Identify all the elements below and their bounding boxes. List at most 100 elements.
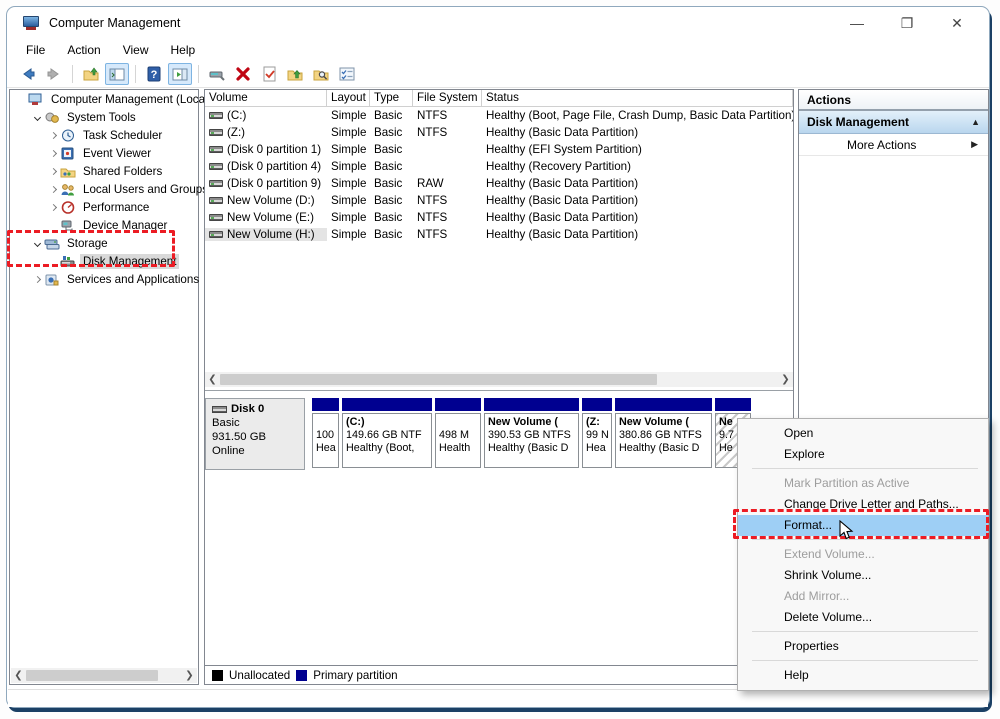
volume-status: Healthy (Basic Data Partition) (482, 228, 793, 241)
search-folder-icon[interactable] (309, 63, 333, 85)
console-tree-icon[interactable] (105, 63, 129, 85)
tree-item-storage[interactable]: Storage (10, 234, 198, 252)
context-menu-shrink-volume[interactable]: Shrink Volume... (738, 565, 988, 586)
menu-help[interactable]: Help (162, 41, 205, 59)
chevron-down-icon[interactable] (30, 115, 44, 120)
volume-type: Basic (370, 143, 413, 156)
partition-name: New Volume ( (619, 416, 708, 429)
context-menu-explore[interactable]: Explore (738, 444, 988, 465)
minimize-button[interactable]: — (847, 13, 867, 33)
tree-item-label: Event Viewer (80, 146, 154, 161)
partition-block[interactable]: New Volume (390.53 GB NTFSHealthy (Basic… (484, 398, 579, 470)
disk-0-label[interactable]: Disk 0 Basic 931.50 GB Online (205, 398, 305, 470)
volume-row[interactable]: (Disk 0 partition 4)SimpleBasicHealthy (… (205, 158, 793, 175)
context-menu-properties[interactable]: Properties (738, 636, 988, 657)
volume-layout: Simple (327, 126, 370, 139)
close-button[interactable]: ✕ (947, 13, 967, 33)
scroll-right-icon[interactable]: ❯ (778, 372, 793, 387)
shared-folders-icon (60, 165, 76, 178)
volume-status: Healthy (Basic Data Partition) (482, 126, 793, 139)
volume-status: Healthy (Recovery Partition) (482, 160, 793, 173)
volume-row[interactable]: (C:)SimpleBasicNTFSHealthy (Boot, Page F… (205, 107, 793, 124)
scrollbar-thumb[interactable] (26, 670, 158, 681)
menu-separator (752, 631, 978, 632)
properties-check-icon[interactable] (257, 63, 281, 85)
disk-0-row: Disk 0 Basic 931.50 GB Online 100Hea(C:)… (205, 398, 793, 470)
context-menu-format[interactable]: Format... (738, 515, 988, 536)
scroll-right-icon[interactable]: ❯ (182, 668, 197, 683)
tree-item-computer[interactable]: Computer Management (Local (10, 90, 198, 108)
partition-block[interactable]: New Volume (380.86 GB NTFSHealthy (Basic… (615, 398, 712, 470)
context-menu-open[interactable]: Open (738, 423, 988, 444)
menu-file[interactable]: File (17, 41, 54, 59)
chevron-down-icon[interactable] (30, 241, 44, 246)
scroll-left-icon[interactable]: ❮ (11, 668, 26, 683)
tree-item-disk-management[interactable]: Disk Management (10, 252, 198, 270)
chevron-right-icon[interactable] (46, 187, 60, 192)
delete-icon[interactable] (231, 63, 255, 85)
tree-horizontal-scrollbar[interactable]: ❮ ❯ (11, 668, 197, 683)
back-icon[interactable] (16, 63, 40, 85)
volume-status: Healthy (Basic Data Partition) (482, 194, 793, 207)
chevron-right-icon[interactable] (46, 133, 60, 138)
column-header-layout[interactable]: Layout (327, 90, 370, 107)
tree-item-services[interactable]: Services and Applications (10, 270, 198, 288)
partition-block[interactable]: 498 MHealth (435, 398, 481, 470)
tree-item-system-tools[interactable]: System Tools (10, 108, 198, 126)
column-header-volume[interactable]: Volume (205, 90, 327, 107)
forward-icon[interactable] (42, 63, 66, 85)
tree-item-device-manager[interactable]: Device Manager (10, 216, 198, 234)
column-header-file-system[interactable]: File System (413, 90, 482, 107)
tree-item-label: Disk Management (80, 254, 179, 269)
folder-up-icon[interactable] (283, 63, 307, 85)
partition-name: (C:) (346, 416, 428, 429)
services-icon (44, 273, 60, 286)
context-menu-help[interactable]: Help (738, 665, 988, 686)
partition-block[interactable]: (Z:99 NHea (582, 398, 612, 470)
chevron-right-icon[interactable] (46, 205, 60, 210)
volume-row[interactable]: (Z:)SimpleBasicNTFSHealthy (Basic Data P… (205, 124, 793, 141)
menu-view[interactable]: View (114, 41, 158, 59)
volume-row[interactable]: (Disk 0 partition 9)SimpleBasicRAWHealth… (205, 175, 793, 192)
volume-list-horizontal-scrollbar[interactable]: ❮ ❯ (205, 372, 793, 387)
volume-row[interactable]: (Disk 0 partition 1)SimpleBasicHealthy (… (205, 141, 793, 158)
help-icon[interactable]: ? (142, 63, 166, 85)
context-menu-change-drive-letter-and-paths[interactable]: Change Drive Letter and Paths... (738, 494, 988, 515)
partition-block[interactable]: 100Hea (312, 398, 339, 470)
local-users-icon (60, 183, 76, 196)
volume-icon (209, 163, 223, 170)
chevron-right-icon[interactable] (30, 277, 44, 282)
column-header-status[interactable]: Status (482, 90, 793, 107)
partition-name (316, 416, 335, 429)
column-header-type[interactable]: Type (370, 90, 413, 107)
tree-item-event-viewer[interactable]: Event Viewer (10, 144, 198, 162)
chevron-right-icon[interactable] (46, 151, 60, 156)
disk-device-icon[interactable] (205, 63, 229, 85)
tree-item-task-scheduler[interactable]: Task Scheduler (10, 126, 198, 144)
volume-row[interactable]: New Volume (E:)SimpleBasicNTFSHealthy (B… (205, 209, 793, 226)
volume-row[interactable]: New Volume (H:)SimpleBasicNTFSHealthy (B… (205, 226, 793, 243)
collapse-icon[interactable]: ▲ (971, 117, 980, 127)
scroll-left-icon[interactable]: ❮ (205, 372, 220, 387)
actions-pane-title: Actions (799, 90, 988, 111)
action-pane-icon[interactable] (168, 63, 192, 85)
volume-layout: Simple (327, 143, 370, 156)
details-pane-icon[interactable] (335, 63, 359, 85)
tree-item-label: Task Scheduler (80, 128, 165, 143)
maximize-button[interactable]: ❐ (897, 13, 917, 33)
tree-item-performance[interactable]: Performance (10, 198, 198, 216)
toolbar-separator (198, 65, 199, 83)
partition-block[interactable]: (C:)149.66 GB NTFHealthy (Boot, (342, 398, 432, 470)
tree-item-shared-folders[interactable]: Shared Folders (10, 162, 198, 180)
actions-group-disk-management[interactable]: Disk Management ▲ (799, 111, 988, 134)
scrollbar-thumb[interactable] (220, 374, 657, 385)
more-actions-item[interactable]: More Actions ▶ (799, 134, 988, 156)
context-menu-extend-volume: Extend Volume... (738, 544, 988, 565)
context-menu-delete-volume[interactable]: Delete Volume... (738, 607, 988, 628)
chevron-right-icon[interactable] (46, 169, 60, 174)
menu-action[interactable]: Action (58, 41, 109, 59)
volume-row[interactable]: New Volume (D:)SimpleBasicNTFSHealthy (B… (205, 192, 793, 209)
menu-separator (752, 660, 978, 661)
up-level-icon[interactable] (79, 63, 103, 85)
tree-item-local-users[interactable]: Local Users and Groups (10, 180, 198, 198)
